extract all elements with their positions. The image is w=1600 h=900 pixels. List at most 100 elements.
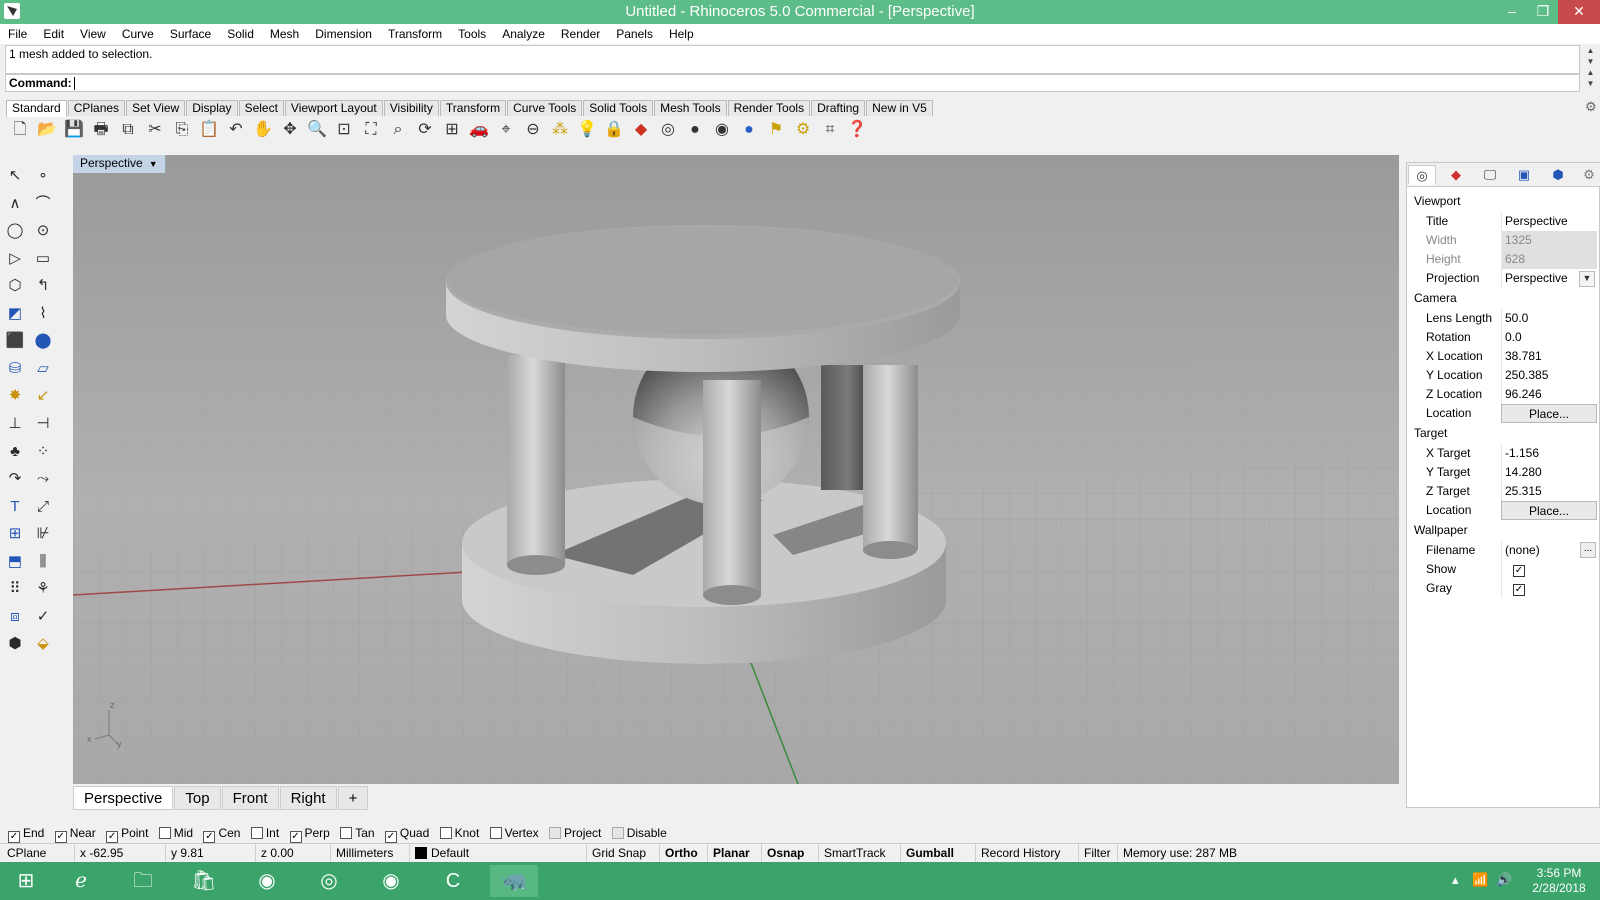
menu-render[interactable]: Render: [553, 24, 608, 44]
file-explorer-icon[interactable]: 🗀: [119, 865, 167, 897]
z-target-field[interactable]: 25.315: [1501, 482, 1597, 501]
command-scrollbar[interactable]: ▲ ▼ ▲ ▼: [1584, 45, 1597, 91]
tab-cplanes[interactable]: CPlanes: [67, 100, 126, 116]
show-hidden-icons-chevron-icon[interactable]: ▴: [1452, 872, 1459, 888]
menu-help[interactable]: Help: [661, 24, 702, 44]
chrome-icon[interactable]: ◉: [367, 865, 415, 897]
check-icon[interactable]: ✓: [32, 606, 54, 628]
cortana-c-icon[interactable]: Ϲ: [429, 865, 477, 897]
osnap-near[interactable]: ✓ Near: [54, 826, 96, 843]
osnap-int-checkbox[interactable]: [250, 827, 263, 839]
toolbar-options-gear-icon[interactable]: ⚙: [1585, 99, 1597, 115]
group-icon[interactable]: ♣: [4, 441, 26, 463]
select-points-icon[interactable]: ⁂: [548, 118, 572, 142]
tab-standard[interactable]: Standard: [6, 100, 67, 117]
boolean-union-icon[interactable]: ⬤: [32, 330, 54, 352]
color-wheel-icon[interactable]: ◎: [656, 118, 680, 142]
projection-select[interactable]: Perspective: [1501, 269, 1597, 288]
grid-snap-toggle[interactable]: Grid Snap: [586, 844, 651, 863]
target-place-button[interactable]: Place...: [1501, 501, 1597, 520]
tab-transform[interactable]: Transform: [439, 100, 507, 116]
network-icon[interactable]: 📶: [1472, 872, 1488, 888]
split-icon[interactable]: ⊥: [4, 413, 26, 435]
osnap-disable-checkbox[interactable]: [611, 827, 624, 839]
tab-mesh-tools[interactable]: Mesh Tools: [654, 100, 727, 116]
osnap-quad[interactable]: ✓ Quad: [384, 826, 429, 843]
tab-viewport-layout[interactable]: Viewport Layout: [284, 100, 383, 116]
menu-solid[interactable]: Solid: [219, 24, 262, 44]
osnap-mid-checkbox[interactable]: [158, 827, 171, 839]
rotation-field[interactable]: 0.0: [1501, 328, 1597, 347]
box-solid-icon[interactable]: ⬛: [4, 330, 26, 352]
viewport-title[interactable]: Perspective ▼: [73, 155, 166, 173]
tab-perspective[interactable]: Perspective: [73, 786, 174, 810]
restore-button[interactable]: ❐: [1528, 0, 1558, 24]
surface-sweep-icon[interactable]: ⌇: [32, 303, 54, 325]
curve-icon[interactable]: ⌒: [32, 193, 54, 215]
osnap-end-checkbox[interactable]: ✓: [8, 831, 20, 843]
osnap-cen-checkbox[interactable]: ✓: [203, 831, 216, 843]
osnap-point[interactable]: ✓ Point: [106, 826, 148, 843]
menu-curve[interactable]: Curve: [114, 24, 162, 44]
tab-solid-tools[interactable]: Solid Tools: [583, 100, 654, 116]
show-checkbox[interactable]: ✓: [1513, 565, 1525, 577]
menu-surface[interactable]: Surface: [162, 24, 219, 44]
copy-layout-icon[interactable]: ⧉: [116, 118, 140, 142]
surface-corner-icon[interactable]: ◩: [4, 303, 26, 325]
osnap-knot-checkbox[interactable]: [439, 827, 452, 839]
camera-icon[interactable]: ⌖: [494, 118, 518, 142]
add-viewport-tab-button[interactable]: +: [337, 786, 369, 810]
zoom-extents-icon[interactable]: ⛶: [359, 118, 383, 142]
lock-icon[interactable]: 🔒: [602, 118, 626, 142]
layer-icon[interactable]: ◆: [629, 118, 653, 142]
layers-icon[interactable]: ◆: [1442, 165, 1470, 185]
camera-place-button[interactable]: Place...: [1501, 404, 1597, 423]
rendered-sphere-icon[interactable]: ◉: [710, 118, 734, 142]
osnap-mid[interactable]: Mid: [158, 826, 193, 840]
filename-field[interactable]: (none)...: [1501, 541, 1597, 560]
menu-view[interactable]: View: [72, 24, 114, 44]
fillet-edge-icon[interactable]: ↷: [4, 468, 26, 490]
render-settings-icon[interactable]: ⚑: [764, 118, 788, 142]
osnap-perp-checkbox[interactable]: ✓: [289, 831, 302, 843]
tab-set-view[interactable]: Set View: [126, 100, 186, 116]
internet-explorer-icon[interactable]: ℯ: [57, 865, 105, 897]
osnap-project[interactable]: Project: [549, 826, 601, 840]
named-views-icon[interactable]: ⬢: [1544, 165, 1572, 185]
osnap-tan-checkbox[interactable]: [340, 827, 353, 839]
system-clock[interactable]: 3:56 PM 2/28/2018: [1522, 866, 1596, 896]
array-icon[interactable]: ⊞: [4, 523, 26, 545]
zoom-window-icon[interactable]: ⊡: [332, 118, 356, 142]
car-named-view-icon[interactable]: 🚗: [467, 118, 491, 142]
tab-new-in-v5[interactable]: New in V5: [866, 100, 933, 116]
panel-options-gear-icon[interactable]: ⚙: [1575, 165, 1600, 185]
section-icon[interactable]: ⧈: [4, 606, 26, 628]
dimension-tool-icon[interactable]: ⌗: [818, 118, 842, 142]
rectangle-icon[interactable]: ▭: [32, 248, 54, 270]
open-folder-icon[interactable]: 📂: [35, 118, 59, 142]
firefox-icon[interactable]: ◉: [243, 865, 291, 897]
osnap-quad-checkbox[interactable]: ✓: [384, 831, 397, 843]
viewport-grid-icon[interactable]: ⊞: [440, 118, 464, 142]
mesh-box-icon[interactable]: ⬢: [4, 633, 26, 655]
filter-button[interactable]: Filter: [1078, 844, 1116, 863]
y-location-field[interactable]: 250.385: [1501, 366, 1597, 385]
new-file-icon[interactable]: 🗋: [8, 118, 32, 142]
osnap-int[interactable]: Int: [250, 826, 279, 840]
current-layer[interactable]: Default: [409, 844, 474, 863]
osnap-near-checkbox[interactable]: ✓: [54, 831, 67, 843]
close-button[interactable]: ✕: [1558, 0, 1600, 24]
planar-toggle[interactable]: Planar: [707, 844, 755, 863]
start-windows-icon[interactable]: ⊞: [2, 865, 50, 897]
mesh-plane-icon[interactable]: ▱: [32, 358, 54, 380]
tab-drafting[interactable]: Drafting: [811, 100, 866, 116]
object-properties-icon[interactable]: ◎: [1408, 165, 1436, 185]
osnap-project-checkbox[interactable]: [549, 827, 562, 839]
hatch-icon[interactable]: ⫼: [32, 551, 54, 573]
osnap-cen[interactable]: ✓ Cen: [203, 826, 240, 843]
display-icon[interactable]: 🖵: [1476, 165, 1504, 185]
help-panel-icon[interactable]: ▣: [1510, 165, 1538, 185]
offset-icon[interactable]: ⤳: [32, 468, 54, 490]
lens-length-field[interactable]: 50.0: [1501, 309, 1597, 328]
cylinder-icon[interactable]: ⛁: [4, 358, 26, 380]
